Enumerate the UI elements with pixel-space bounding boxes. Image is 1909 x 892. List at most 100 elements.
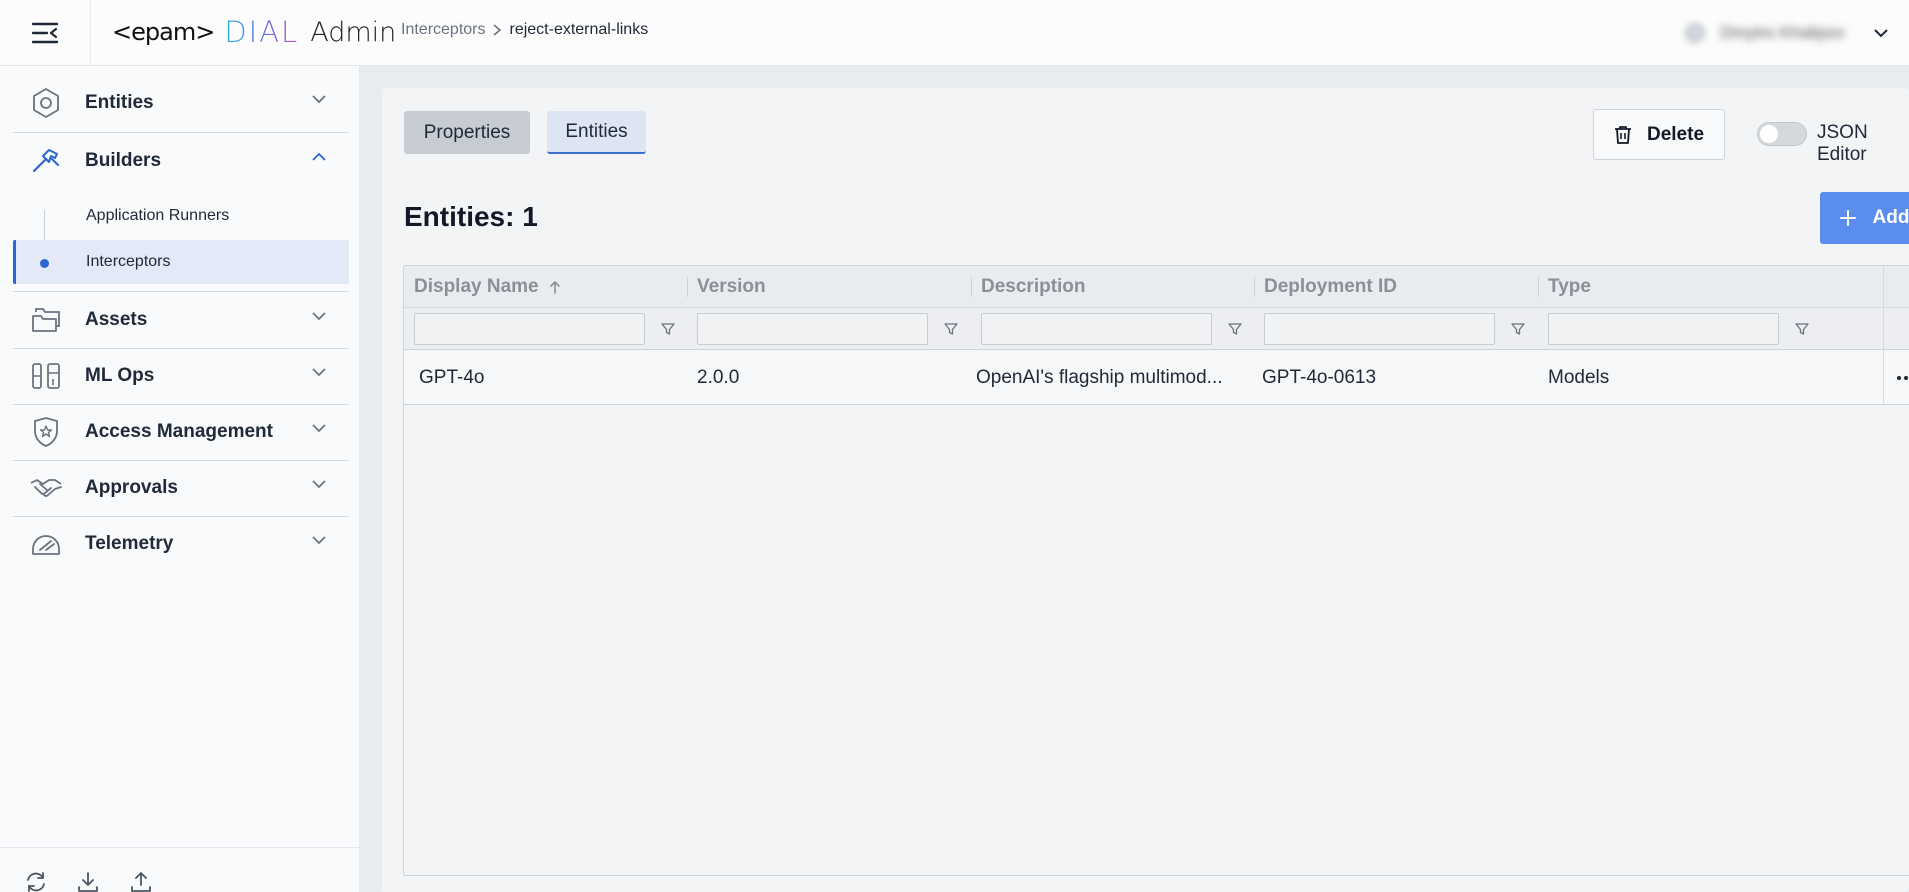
sidebar-group-label: Approvals xyxy=(85,477,178,498)
sidebar-item-interceptors[interactable]: Interceptors xyxy=(13,240,349,284)
actions-column-header xyxy=(1883,266,1909,350)
filter-icon[interactable] xyxy=(660,321,676,337)
cell-description: OpenAI's flagship multimod... xyxy=(976,366,1223,388)
breadcrumb-parent-link[interactable]: Interceptors xyxy=(401,21,485,39)
sidebar-group-label: Access Management xyxy=(85,421,273,442)
chevron-right-icon xyxy=(492,23,502,37)
sidebar-group-telemetry[interactable]: Telemetry xyxy=(13,516,349,572)
toggle-knob xyxy=(1760,125,1778,143)
column-header-label: Display Name xyxy=(414,276,539,297)
chevron-down-icon xyxy=(312,536,326,545)
dial-logo-text: DIAL xyxy=(224,15,300,49)
add-button-label: Add xyxy=(1872,207,1909,228)
sidebar-group-entities[interactable]: Entities xyxy=(13,75,349,131)
page-title: Entities: 1 xyxy=(404,201,538,232)
tab-properties[interactable]: Properties xyxy=(404,111,530,154)
more-horizontal-icon xyxy=(1897,375,1908,380)
sidebar-group-builders[interactable]: Builders xyxy=(13,133,349,189)
table-filter-row xyxy=(404,308,1909,350)
add-button[interactable]: Add xyxy=(1820,192,1909,244)
cell-display-name: GPT-4o xyxy=(419,366,485,388)
column-header-deployment-id[interactable]: Deployment ID xyxy=(1264,266,1397,308)
filter-input-description[interactable] xyxy=(981,313,1212,345)
sidebar-group-label: Builders xyxy=(85,150,162,171)
shield-star-icon xyxy=(28,414,64,450)
filter-icon[interactable] xyxy=(943,321,959,337)
entities-table: Display Name Version Description Deploym… xyxy=(403,265,1909,876)
plus-icon xyxy=(1839,209,1857,227)
cell-type: Models xyxy=(1548,366,1610,388)
chevron-down-icon xyxy=(312,480,326,489)
sidebar-group-label: ML Ops xyxy=(85,365,155,386)
json-editor-toggle[interactable] xyxy=(1757,122,1807,146)
chevron-down-icon xyxy=(312,424,326,433)
sort-ascending-icon xyxy=(549,280,561,294)
sidebar-group-assets[interactable]: Assets xyxy=(13,292,349,348)
cell-version: 2.0.0 xyxy=(697,366,740,388)
sidebar-item-application-runners[interactable]: Application Runners xyxy=(13,194,349,238)
column-header-description[interactable]: Description xyxy=(981,266,1086,308)
sidebar-group-approvals[interactable]: Approvals xyxy=(13,460,349,516)
filter-input-type[interactable] xyxy=(1548,313,1779,345)
admin-logo-text: Admin xyxy=(310,16,397,48)
sidebar-group-label: Assets xyxy=(85,309,148,330)
filter-input-display-name[interactable] xyxy=(414,313,645,345)
refresh-icon[interactable] xyxy=(24,870,48,892)
dial-admin-logo[interactable]: <epam> DIAL Admin xyxy=(112,14,396,50)
sidebar-group-ml-ops[interactable]: ML Ops xyxy=(13,348,349,404)
column-resizer[interactable] xyxy=(1538,277,1539,297)
chevron-down-icon xyxy=(312,368,326,377)
breadcrumb: Interceptors reject-external-links xyxy=(401,21,648,39)
test-tubes-icon xyxy=(28,358,64,394)
column-resizer[interactable] xyxy=(1254,277,1255,297)
sidebar-group-label: Entities xyxy=(85,92,154,113)
column-resizer[interactable] xyxy=(971,277,972,297)
column-header-version[interactable]: Version xyxy=(697,266,766,308)
chevron-down-icon[interactable] xyxy=(1873,28,1889,38)
tab-entities[interactable]: Entities xyxy=(547,111,646,154)
table-row[interactable]: GPT-4o 2.0.0 OpenAI's flagship multimod.… xyxy=(404,350,1909,405)
chevron-down-icon xyxy=(312,95,326,104)
filter-icon[interactable] xyxy=(1794,321,1810,337)
row-actions-button[interactable] xyxy=(1883,350,1909,405)
download-icon[interactable] xyxy=(76,870,100,892)
chevron-up-icon xyxy=(312,152,326,161)
trash-icon xyxy=(1614,125,1632,145)
sidebar-group-label: Telemetry xyxy=(85,533,174,554)
hammer-icon xyxy=(28,143,64,179)
user-menu[interactable]: Dmytro Khalipov xyxy=(1684,0,1909,66)
filter-icon[interactable] xyxy=(1510,321,1526,337)
table-header: Display Name Version Description Deploym… xyxy=(404,266,1909,308)
sidebar-item-label: Interceptors xyxy=(86,253,171,270)
chevron-down-icon xyxy=(312,312,326,321)
menu-collapse-button[interactable] xyxy=(0,0,91,66)
content-panel: Properties Entities Delete JSON Editor E… xyxy=(382,88,1909,892)
gauge-icon xyxy=(28,526,64,562)
delete-button-label: Delete xyxy=(1646,123,1705,145)
sidebar-group-access-management[interactable]: Access Management xyxy=(13,404,349,460)
folders-icon xyxy=(28,302,64,338)
column-header-type[interactable]: Type xyxy=(1548,266,1591,308)
breadcrumb-current: reject-external-links xyxy=(509,21,649,38)
sidebar-item-label: Application Runners xyxy=(86,207,230,224)
cell-deployment-id: GPT-4o-0613 xyxy=(1262,366,1377,388)
filter-input-deployment-id[interactable] xyxy=(1264,313,1495,345)
active-indicator-dot xyxy=(40,259,49,268)
upload-icon[interactable] xyxy=(129,870,153,892)
filter-input-version[interactable] xyxy=(697,313,928,345)
main-content: Properties Entities Delete JSON Editor E… xyxy=(360,66,1909,892)
column-header-display-name[interactable]: Display Name xyxy=(414,266,561,308)
app-header: <epam> DIAL Admin Interceptors reject-ex… xyxy=(0,0,1909,66)
column-resizer[interactable] xyxy=(687,277,688,297)
filter-icon[interactable] xyxy=(1227,321,1243,337)
handshake-icon xyxy=(28,470,64,506)
epam-logo-text: <epam> xyxy=(112,18,215,46)
sidebar-footer xyxy=(0,847,360,892)
avatar xyxy=(1684,22,1707,44)
json-editor-label: JSON Editor xyxy=(1817,122,1868,165)
menu-collapse-icon xyxy=(31,22,59,44)
delete-button[interactable]: Delete xyxy=(1593,109,1725,160)
user-name: Dmytro Khalipov xyxy=(1720,23,1845,42)
hexagon-icon xyxy=(28,85,64,121)
sidebar: Entities Builders Application Runners In… xyxy=(0,66,360,892)
